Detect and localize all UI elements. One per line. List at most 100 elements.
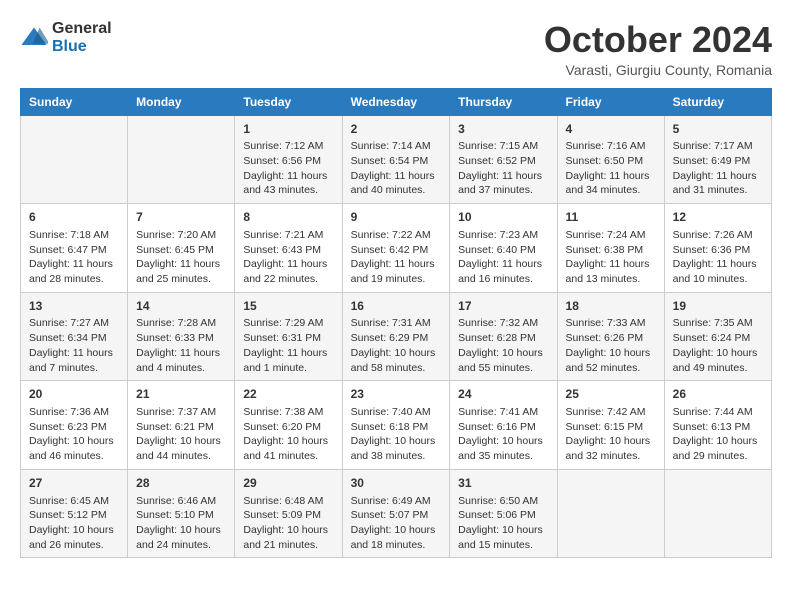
day-content: Sunrise: 7:29 AMSunset: 6:31 PMDaylight:… [243, 316, 333, 375]
day-content: Sunrise: 7:35 AMSunset: 6:24 PMDaylight:… [673, 316, 763, 375]
header-monday: Monday [128, 88, 235, 115]
calendar-cell [128, 115, 235, 204]
calendar-cell: 6 Sunrise: 7:18 AMSunset: 6:47 PMDaylight… [21, 204, 128, 293]
calendar-week-4: 20 Sunrise: 7:36 AMSunset: 6:23 PMDayligh… [21, 381, 772, 470]
month-title: October 2024 [544, 20, 772, 60]
day-number: 28 [136, 475, 226, 492]
day-number: 13 [29, 298, 119, 315]
day-content: Sunrise: 7:17 AMSunset: 6:49 PMDaylight:… [673, 139, 763, 198]
calendar-cell: 7 Sunrise: 7:20 AMSunset: 6:45 PMDaylight… [128, 204, 235, 293]
calendar-cell: 3Sunrise: 7:15 AMSunset: 6:52 PMDaylight… [450, 115, 557, 204]
day-content: Sunrise: 7:21 AMSunset: 6:43 PMDaylight:… [243, 228, 333, 287]
day-content: Sunrise: 7:20 AMSunset: 6:45 PMDaylight:… [136, 228, 226, 287]
day-content: Sunrise: 6:45 AMSunset: 5:12 PMDaylight:… [29, 494, 119, 553]
day-content: Sunrise: 7:44 AMSunset: 6:13 PMDaylight:… [673, 405, 763, 464]
day-content: Sunrise: 7:36 AMSunset: 6:23 PMDaylight:… [29, 405, 119, 464]
calendar-cell: 18Sunrise: 7:33 AMSunset: 6:26 PMDayligh… [557, 292, 664, 381]
calendar-cell: 19Sunrise: 7:35 AMSunset: 6:24 PMDayligh… [664, 292, 771, 381]
day-number: 23 [351, 386, 442, 403]
title-section: October 2024 Varasti, Giurgiu County, Ro… [544, 20, 772, 78]
day-content: Sunrise: 7:18 AMSunset: 6:47 PMDaylight:… [29, 228, 119, 287]
day-number: 20 [29, 386, 119, 403]
day-number: 6 [29, 209, 119, 226]
day-content: Sunrise: 7:32 AMSunset: 6:28 PMDaylight:… [458, 316, 548, 375]
day-content: Sunrise: 7:24 AMSunset: 6:38 PMDaylight:… [566, 228, 656, 287]
calendar-cell: 23 Sunrise: 7:40 AMSunset: 6:18 PMDayligh… [342, 381, 450, 470]
calendar-cell: 22Sunrise: 7:38 AMSunset: 6:20 PMDayligh… [235, 381, 342, 470]
day-number: 10 [458, 209, 548, 226]
day-content: Sunrise: 7:26 AMSunset: 6:36 PMDaylight:… [673, 228, 763, 287]
calendar-week-1: 1Sunrise: 7:12 AMSunset: 6:56 PMDaylight… [21, 115, 772, 204]
page-header: General Blue October 2024 Varasti, Giurg… [20, 20, 772, 78]
calendar-cell: 21 Sunrise: 7:37 AMSunset: 6:21 PMDayligh… [128, 381, 235, 470]
day-content: Sunrise: 7:42 AMSunset: 6:15 PMDaylight:… [566, 405, 656, 464]
day-number: 19 [673, 298, 763, 315]
calendar-cell: 2Sunrise: 7:14 AMSunset: 6:54 PMDaylight… [342, 115, 450, 204]
day-number: 2 [351, 121, 442, 138]
header-friday: Friday [557, 88, 664, 115]
calendar-cell: 20 Sunrise: 7:36 AMSunset: 6:23 PMDayligh… [21, 381, 128, 470]
day-number: 24 [458, 386, 548, 403]
calendar-cell: 15Sunrise: 7:29 AMSunset: 6:31 PMDayligh… [235, 292, 342, 381]
day-number: 30 [351, 475, 442, 492]
calendar-cell: 13Sunrise: 7:27 AMSunset: 6:34 PMDayligh… [21, 292, 128, 381]
day-number: 18 [566, 298, 656, 315]
calendar-cell: 9Sunrise: 7:22 AMSunset: 6:42 PMDaylight… [342, 204, 450, 293]
day-number: 12 [673, 209, 763, 226]
day-number: 17 [458, 298, 548, 315]
day-number: 21 [136, 386, 226, 403]
header-wednesday: Wednesday [342, 88, 450, 115]
location: Varasti, Giurgiu County, Romania [544, 62, 772, 78]
logo-general: General [52, 20, 112, 38]
calendar-cell: 27 Sunrise: 6:45 AMSunset: 5:12 PMDayligh… [21, 469, 128, 558]
calendar-week-5: 27 Sunrise: 6:45 AMSunset: 5:12 PMDayligh… [21, 469, 772, 558]
day-number: 27 [29, 475, 119, 492]
calendar-cell: 11 Sunrise: 7:24 AMSunset: 6:38 PMDayligh… [557, 204, 664, 293]
calendar-week-2: 6 Sunrise: 7:18 AMSunset: 6:47 PMDaylight… [21, 204, 772, 293]
calendar-table: Sunday Monday Tuesday Wednesday Thursday… [20, 88, 772, 559]
calendar-cell: 30 Sunrise: 6:49 AMSunset: 5:07 PMDayligh… [342, 469, 450, 558]
day-number: 3 [458, 121, 548, 138]
calendar-cell: 29Sunrise: 6:48 AMSunset: 5:09 PMDayligh… [235, 469, 342, 558]
calendar-cell: 28Sunrise: 6:46 AMSunset: 5:10 PMDayligh… [128, 469, 235, 558]
calendar-cell: 5Sunrise: 7:17 AMSunset: 6:49 PMDaylight… [664, 115, 771, 204]
calendar-cell: 24 Sunrise: 7:41 AMSunset: 6:16 PMDayligh… [450, 381, 557, 470]
calendar-cell: 31 Sunrise: 6:50 AMSunset: 5:06 PMDayligh… [450, 469, 557, 558]
day-number: 7 [136, 209, 226, 226]
day-content: Sunrise: 7:41 AMSunset: 6:16 PMDaylight:… [458, 405, 548, 464]
day-number: 4 [566, 121, 656, 138]
calendar-body: 1Sunrise: 7:12 AMSunset: 6:56 PMDaylight… [21, 115, 772, 558]
calendar-cell [664, 469, 771, 558]
day-number: 31 [458, 475, 548, 492]
logo: General Blue [20, 20, 112, 56]
day-content: Sunrise: 6:49 AMSunset: 5:07 PMDaylight:… [351, 494, 442, 553]
day-content: Sunrise: 7:37 AMSunset: 6:21 PMDaylight:… [136, 405, 226, 464]
calendar-cell: 17Sunrise: 7:32 AMSunset: 6:28 PMDayligh… [450, 292, 557, 381]
day-content: Sunrise: 7:22 AMSunset: 6:42 PMDaylight:… [351, 228, 442, 287]
calendar-cell: 25 Sunrise: 7:42 AMSunset: 6:15 PMDayligh… [557, 381, 664, 470]
calendar-cell: 16Sunrise: 7:31 AMSunset: 6:29 PMDayligh… [342, 292, 450, 381]
day-content: Sunrise: 7:40 AMSunset: 6:18 PMDaylight:… [351, 405, 442, 464]
day-content: Sunrise: 7:27 AMSunset: 6:34 PMDaylight:… [29, 316, 119, 375]
day-number: 15 [243, 298, 333, 315]
day-content: Sunrise: 7:15 AMSunset: 6:52 PMDaylight:… [458, 139, 548, 198]
day-number: 14 [136, 298, 226, 315]
calendar-cell: 8Sunrise: 7:21 AMSunset: 6:43 PMDaylight… [235, 204, 342, 293]
calendar-cell: 14Sunrise: 7:28 AMSunset: 6:33 PMDayligh… [128, 292, 235, 381]
day-number: 11 [566, 209, 656, 226]
header-sunday: Sunday [21, 88, 128, 115]
calendar-cell [21, 115, 128, 204]
day-content: Sunrise: 6:50 AMSunset: 5:06 PMDaylight:… [458, 494, 548, 553]
calendar-week-3: 13Sunrise: 7:27 AMSunset: 6:34 PMDayligh… [21, 292, 772, 381]
calendar-cell: 10Sunrise: 7:23 AMSunset: 6:40 PMDayligh… [450, 204, 557, 293]
day-content: Sunrise: 7:31 AMSunset: 6:29 PMDaylight:… [351, 316, 442, 375]
day-content: Sunrise: 7:12 AMSunset: 6:56 PMDaylight:… [243, 139, 333, 198]
day-content: Sunrise: 7:38 AMSunset: 6:20 PMDaylight:… [243, 405, 333, 464]
day-number: 16 [351, 298, 442, 315]
day-content: Sunrise: 7:16 AMSunset: 6:50 PMDaylight:… [566, 139, 656, 198]
calendar-cell [557, 469, 664, 558]
calendar-cell: 12 Sunrise: 7:26 AMSunset: 6:36 PMDayligh… [664, 204, 771, 293]
day-number: 25 [566, 386, 656, 403]
day-content: Sunrise: 7:14 AMSunset: 6:54 PMDaylight:… [351, 139, 442, 198]
day-number: 29 [243, 475, 333, 492]
